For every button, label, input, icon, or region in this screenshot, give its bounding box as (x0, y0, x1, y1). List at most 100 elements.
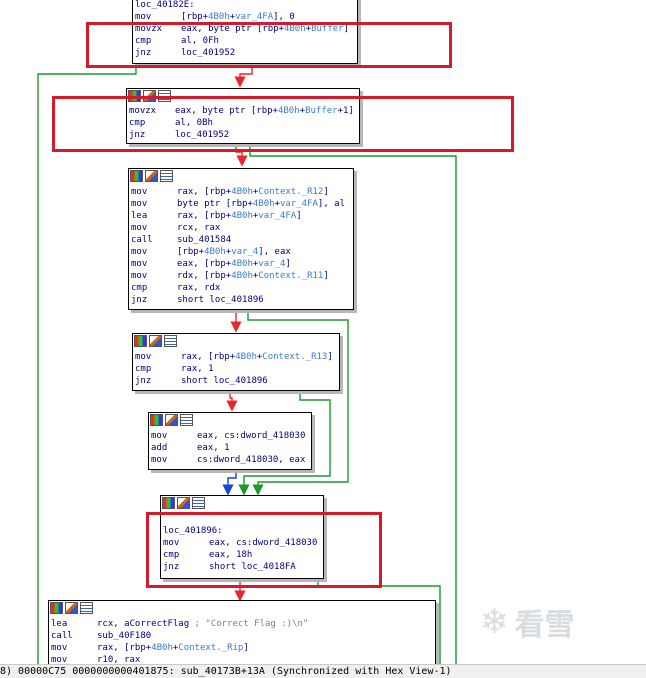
asm-operand: 4B0h (283, 24, 306, 34)
asm-operand: Buffer (311, 24, 344, 34)
asm-line[interactable] (163, 513, 317, 525)
asm-line[interactable]: jnz short loc_4018FA (163, 561, 317, 573)
asm-line[interactable]: mov rax, [rbp+4B0h+Context._Rip] (51, 642, 308, 654)
graph-view-icon[interactable] (145, 170, 158, 182)
color-palette-icon[interactable] (128, 90, 141, 102)
edge-b4-b5 (222, 470, 237, 496)
block-lines: loc_40182E: mov [rbp+4B0h+var_4FA], 0 movzx… (135, 0, 349, 59)
code-block-context-r12[interactable]: mov rax, [rbp+4B0h+Context._R12] mov byte p… (128, 168, 354, 310)
asm-line[interactable]: lea rax, [rbp+4B0h+var_4FA] (131, 210, 345, 222)
text-view-icon[interactable] (164, 335, 177, 347)
asm-line[interactable]: mov rax, [rbp+4B0h+Context._R13] (135, 351, 333, 363)
asm-line[interactable]: cmp al, 0Bh (129, 117, 354, 129)
asm-line[interactable]: loc_40182E: (135, 0, 349, 11)
asm-comment: ; "Correct Flag :)\n" (189, 619, 309, 629)
asm-operand: sub_40F180 (97, 631, 152, 641)
code-block-loc-401896[interactable]: loc_401896: mov eax, cs:dword_418030 cmp eax… (160, 495, 324, 579)
block-header (162, 496, 205, 510)
asm-line[interactable]: call sub_401584 (131, 234, 345, 246)
asm-operand: ] (323, 271, 329, 281)
asm-operand: byte ptr [rbp+ (177, 199, 253, 209)
asm-line[interactable]: lea rcx, aCorrectFlag ; "Correct Flag :)\… (51, 618, 308, 630)
asm-mnemonic: mov (135, 12, 152, 22)
code-block-correct-flag[interactable]: lea rcx, aCorrectFlag ; "Correct Flag :)\… (48, 600, 436, 664)
asm-line[interactable]: mov eax, [rbp+4B0h+var_4] (131, 258, 345, 270)
watermark: ❄ 看雪 (480, 600, 575, 644)
asm-operand: ] (343, 24, 349, 34)
asm-mnemonic: jnz (135, 376, 152, 386)
asm-operand: rax, 1 (181, 364, 214, 374)
text-view-icon[interactable] (192, 497, 205, 509)
asm-line[interactable]: mov cs:dword_418030, eax (151, 454, 305, 466)
graph-view-icon[interactable] (143, 90, 156, 102)
asm-line[interactable]: mov rax, [rbp+4B0h+Context._R12] (131, 186, 345, 198)
asm-operand: rax, [rbp+ (97, 643, 152, 653)
asm-operand: ] (296, 211, 302, 221)
asm-line[interactable]: mov rcx, rax (131, 222, 345, 234)
asm-line[interactable]: mov eax, cs:dword_418030 (163, 537, 317, 549)
asm-mnemonic: mov (151, 431, 168, 441)
asm-line[interactable]: jnz short loc_401896 (135, 375, 333, 387)
text-view-icon[interactable] (160, 170, 173, 182)
asm-line[interactable]: mov [rbp+4B0h+var_4FA], 0 (135, 11, 349, 23)
asm-operand: eax, 1 (197, 443, 230, 453)
asm-line[interactable]: mov r10, rax (51, 654, 308, 664)
asm-operand: short loc_401896 (177, 295, 264, 305)
edge-b0-b1 (234, 64, 253, 88)
block-header (128, 89, 171, 103)
block-header (150, 413, 193, 427)
asm-mnemonic: cmp (129, 118, 146, 128)
code-block-loc-40182e[interactable]: loc_40182E: mov [rbp+4B0h+var_4FA], 0 movzx… (132, 0, 358, 64)
code-block-increment-counter[interactable]: mov eax, cs:dword_418030 add eax, 1 mov cs:dw… (148, 412, 312, 470)
graph-view-icon[interactable] (65, 602, 78, 614)
asm-operand: [rbp+ (181, 12, 209, 22)
asm-line[interactable]: mov byte ptr [rbp+4B0h+var_4FA], al (131, 198, 345, 210)
asm-operand: Context._R11 (258, 271, 324, 281)
asm-line[interactable]: mov [rbp+4B0h+var_4], eax (131, 246, 345, 258)
asm-operand: ], eax (258, 247, 291, 257)
asm-operand: eax, cs:dword_418030 (197, 431, 306, 441)
asm-mnemonic: jnz (129, 130, 146, 140)
asm-mnemonic: mov (131, 247, 148, 257)
asm-line[interactable]: jnz short loc_401896 (131, 294, 345, 306)
asm-line[interactable]: call sub_40F180 (51, 630, 308, 642)
asm-line[interactable]: movzx eax, byte ptr [rbp+4B0h+Buffer+1] (129, 105, 354, 117)
asm-operand: ], 0 (273, 12, 295, 22)
text-view-icon[interactable] (80, 602, 93, 614)
asm-mnemonic: lea (131, 211, 148, 221)
asm-line[interactable]: jnz loc_401952 (135, 47, 349, 59)
asm-mnemonic: cmp (131, 283, 148, 293)
asm-mnemonic: mov (163, 538, 180, 548)
text-view-icon[interactable] (158, 90, 171, 102)
asm-line[interactable]: mov eax, cs:dword_418030 (151, 430, 305, 442)
color-palette-icon[interactable] (130, 170, 143, 182)
asm-line[interactable]: movzx eax, byte ptr [rbp+4B0h+Buffer] (135, 23, 349, 35)
asm-line[interactable]: cmp al, 0Fh (135, 35, 349, 47)
graph-view[interactable]: loc_40182E: mov [rbp+4B0h+var_4FA], 0 movzx… (0, 0, 646, 664)
asm-line[interactable]: add eax, 1 (151, 442, 305, 454)
asm-mnemonic: mov (151, 455, 168, 465)
text-view-icon[interactable] (180, 414, 193, 426)
asm-operand: eax, [rbp+ (177, 259, 232, 269)
snowflake-icon: ❄ (480, 602, 509, 642)
asm-line[interactable]: cmp eax, 18h (163, 549, 317, 561)
block-header (134, 334, 177, 348)
asm-line[interactable]: mov rdx, [rbp+4B0h+Context._R11] (131, 270, 345, 282)
color-palette-icon[interactable] (50, 602, 63, 614)
graph-view-icon[interactable] (177, 497, 190, 509)
asm-operand: 4B0h (235, 352, 257, 362)
graph-view-icon[interactable] (149, 335, 162, 347)
color-palette-icon[interactable] (134, 335, 147, 347)
code-block-context-r13[interactable]: mov rax, [rbp+4B0h+Context._R13] cmp rax, 1… (132, 333, 340, 391)
asm-line[interactable]: loc_401896: (163, 525, 317, 537)
code-block-buffer1-check[interactable]: movzx eax, byte ptr [rbp+4B0h+Buffer+1] cm… (126, 88, 360, 144)
asm-line[interactable]: jnz loc_401952 (129, 129, 354, 141)
color-palette-icon[interactable] (150, 414, 163, 426)
graph-view-icon[interactable] (165, 414, 178, 426)
asm-line[interactable]: cmp rax, 1 (135, 363, 333, 375)
asm-line[interactable]: cmp rax, rdx (131, 282, 345, 294)
asm-operand: Context._R12 (258, 187, 324, 197)
block-lines: mov eax, cs:dword_418030 add eax, 1 mov cs:dw… (151, 430, 305, 466)
asm-mnemonic: mov (51, 643, 68, 653)
color-palette-icon[interactable] (162, 497, 175, 509)
